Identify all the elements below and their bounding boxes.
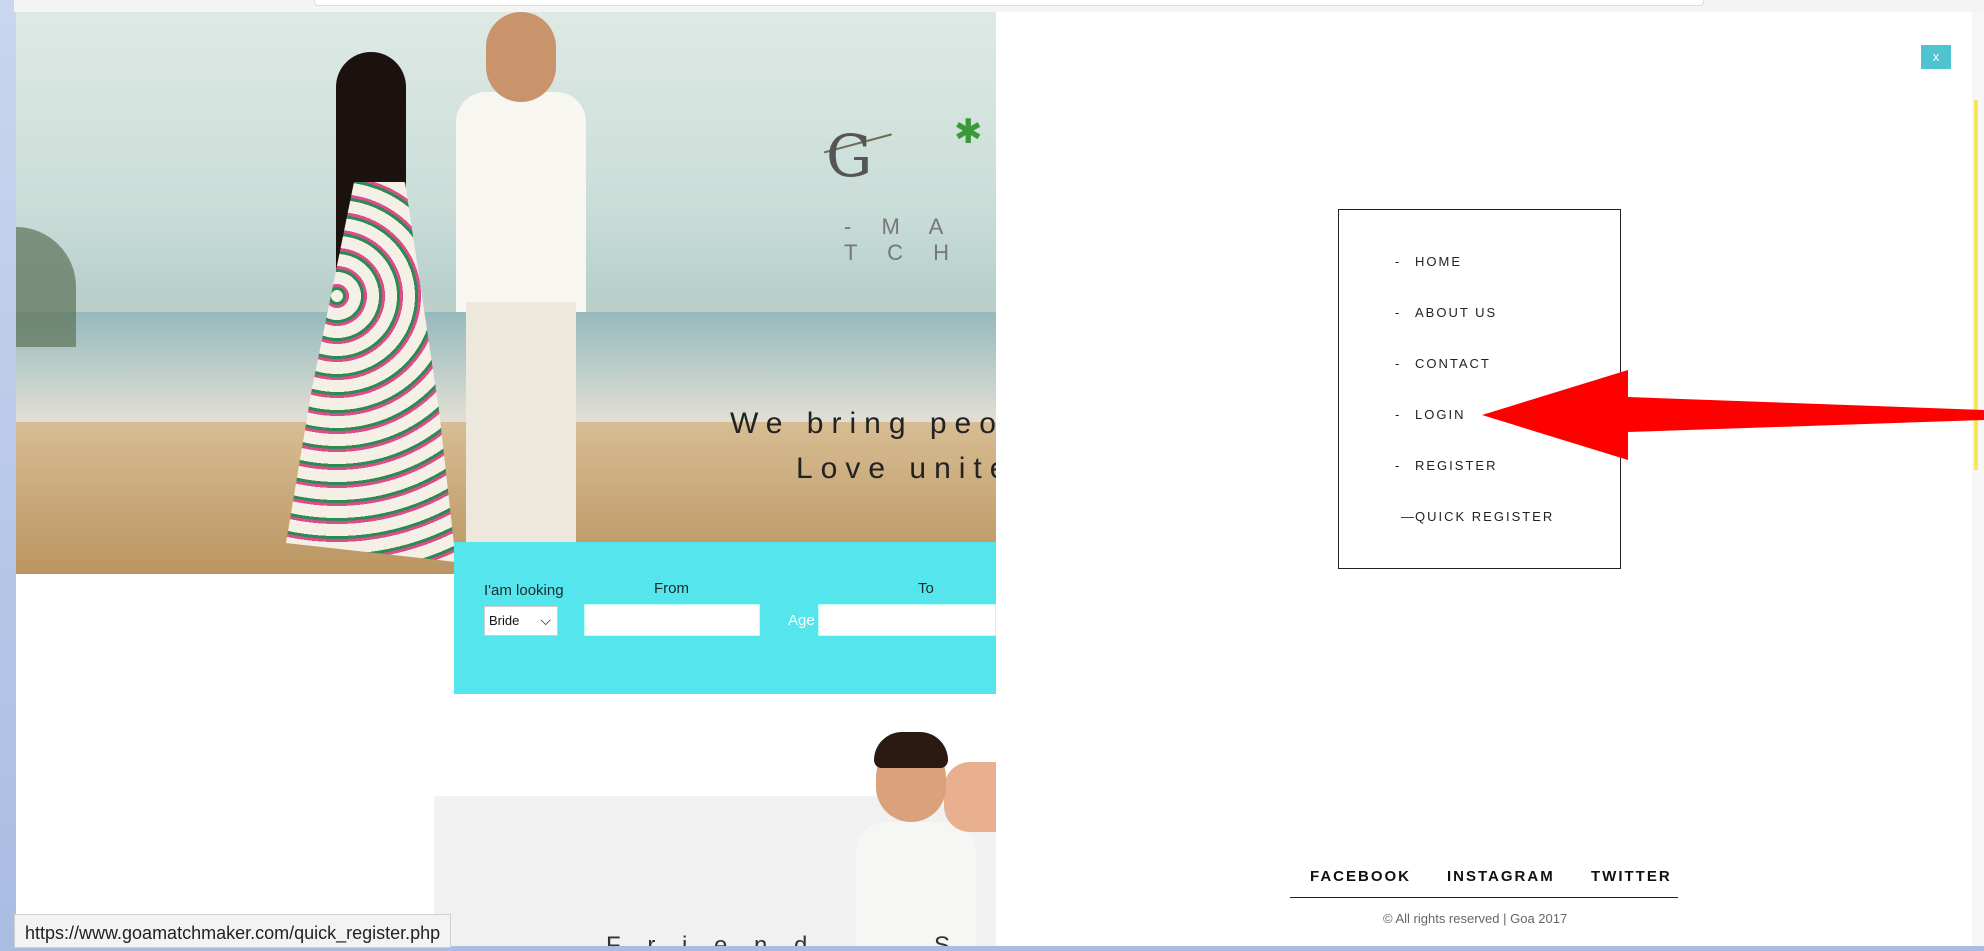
menu-item-label: CONTACT (1415, 356, 1491, 371)
menu-dash: - (1395, 356, 1402, 371)
man-shirt (456, 92, 586, 312)
section-teaser-text: F r i e n d . . . S . . . (606, 932, 996, 946)
close-menu-button[interactable]: x (1921, 45, 1951, 69)
logo-letter: G (826, 122, 877, 190)
looking-label: I'am looking (484, 582, 564, 599)
copyright-text: © All rights reserved | Goa 2017 (1383, 911, 1568, 926)
age-to-input[interactable] (818, 604, 996, 636)
man-pants (466, 302, 576, 572)
logo-subtext: - M A T C H (844, 214, 962, 265)
chevron-down-icon: ⌵ (540, 612, 551, 628)
facebook-link[interactable]: FACEBOOK (1310, 868, 1411, 885)
couple-man-hair (874, 732, 948, 768)
menu-item-label: ABOUT US (1415, 305, 1498, 320)
menu-dash: — (1401, 509, 1416, 524)
menu-dash: - (1395, 305, 1402, 320)
menu-item-home[interactable]: - HOME (1395, 254, 1462, 269)
red-arrow-icon (1482, 370, 1984, 460)
website-page: G ✱ - M A T C H We bring peo Love unite … (16, 12, 996, 946)
hero-tagline-line2: Love unite (796, 452, 996, 485)
age-from-label: From (654, 580, 689, 597)
hero-tagline-line1: We bring peo (730, 407, 996, 440)
twitter-link[interactable]: TWITTER (1591, 868, 1672, 885)
menu-item-label: HOME (1415, 254, 1462, 269)
browser-status-url: https://www.goamatchmaker.com/quick_regi… (14, 914, 452, 948)
age-from-input[interactable] (584, 604, 760, 636)
featured-couple-image (856, 722, 996, 946)
menu-dash: - (1395, 254, 1402, 269)
menu-dash: - (1395, 407, 1402, 422)
hero-banner: G ✱ - M A T C H We bring peo Love unite (16, 12, 996, 574)
menu-item-quick-register[interactable]: —QUICK REGISTER (1401, 509, 1554, 524)
browser-toolbar (14, 0, 1984, 12)
menu-item-label: QUICK REGISTER (1415, 509, 1555, 524)
address-bar[interactable] (314, 0, 1704, 6)
menu-item-label: LOGIN (1415, 407, 1466, 422)
menu-item-contact[interactable]: - CONTACT (1395, 356, 1491, 371)
partner-search-bar: I'am looking Bride ⌵ From Age To (454, 542, 996, 694)
age-to-label: To (918, 580, 934, 597)
man-head (486, 12, 556, 102)
hero-man-image (446, 12, 606, 572)
looking-select-value: Bride (489, 613, 520, 628)
age-label: Age (788, 612, 815, 629)
looking-select[interactable]: Bride ⌵ (484, 606, 558, 636)
woman-dress (286, 182, 456, 562)
menu-item-login[interactable]: - LOGIN (1395, 407, 1465, 422)
red-arrow-shape (1482, 370, 1984, 460)
couple-body (856, 822, 976, 946)
site-logo[interactable]: G ✱ - M A T C H (823, 112, 996, 265)
menu-dash: - (1395, 458, 1402, 473)
palm-tree-icon: ✱ (954, 113, 983, 151)
social-links: FACEBOOK INSTAGRAM TWITTER (1290, 866, 1678, 898)
instagram-link[interactable]: INSTAGRAM (1447, 868, 1555, 885)
menu-item-about-us[interactable]: - ABOUT US (1395, 305, 1497, 320)
hero-hill (16, 227, 76, 347)
couple-woman-head (944, 762, 996, 832)
